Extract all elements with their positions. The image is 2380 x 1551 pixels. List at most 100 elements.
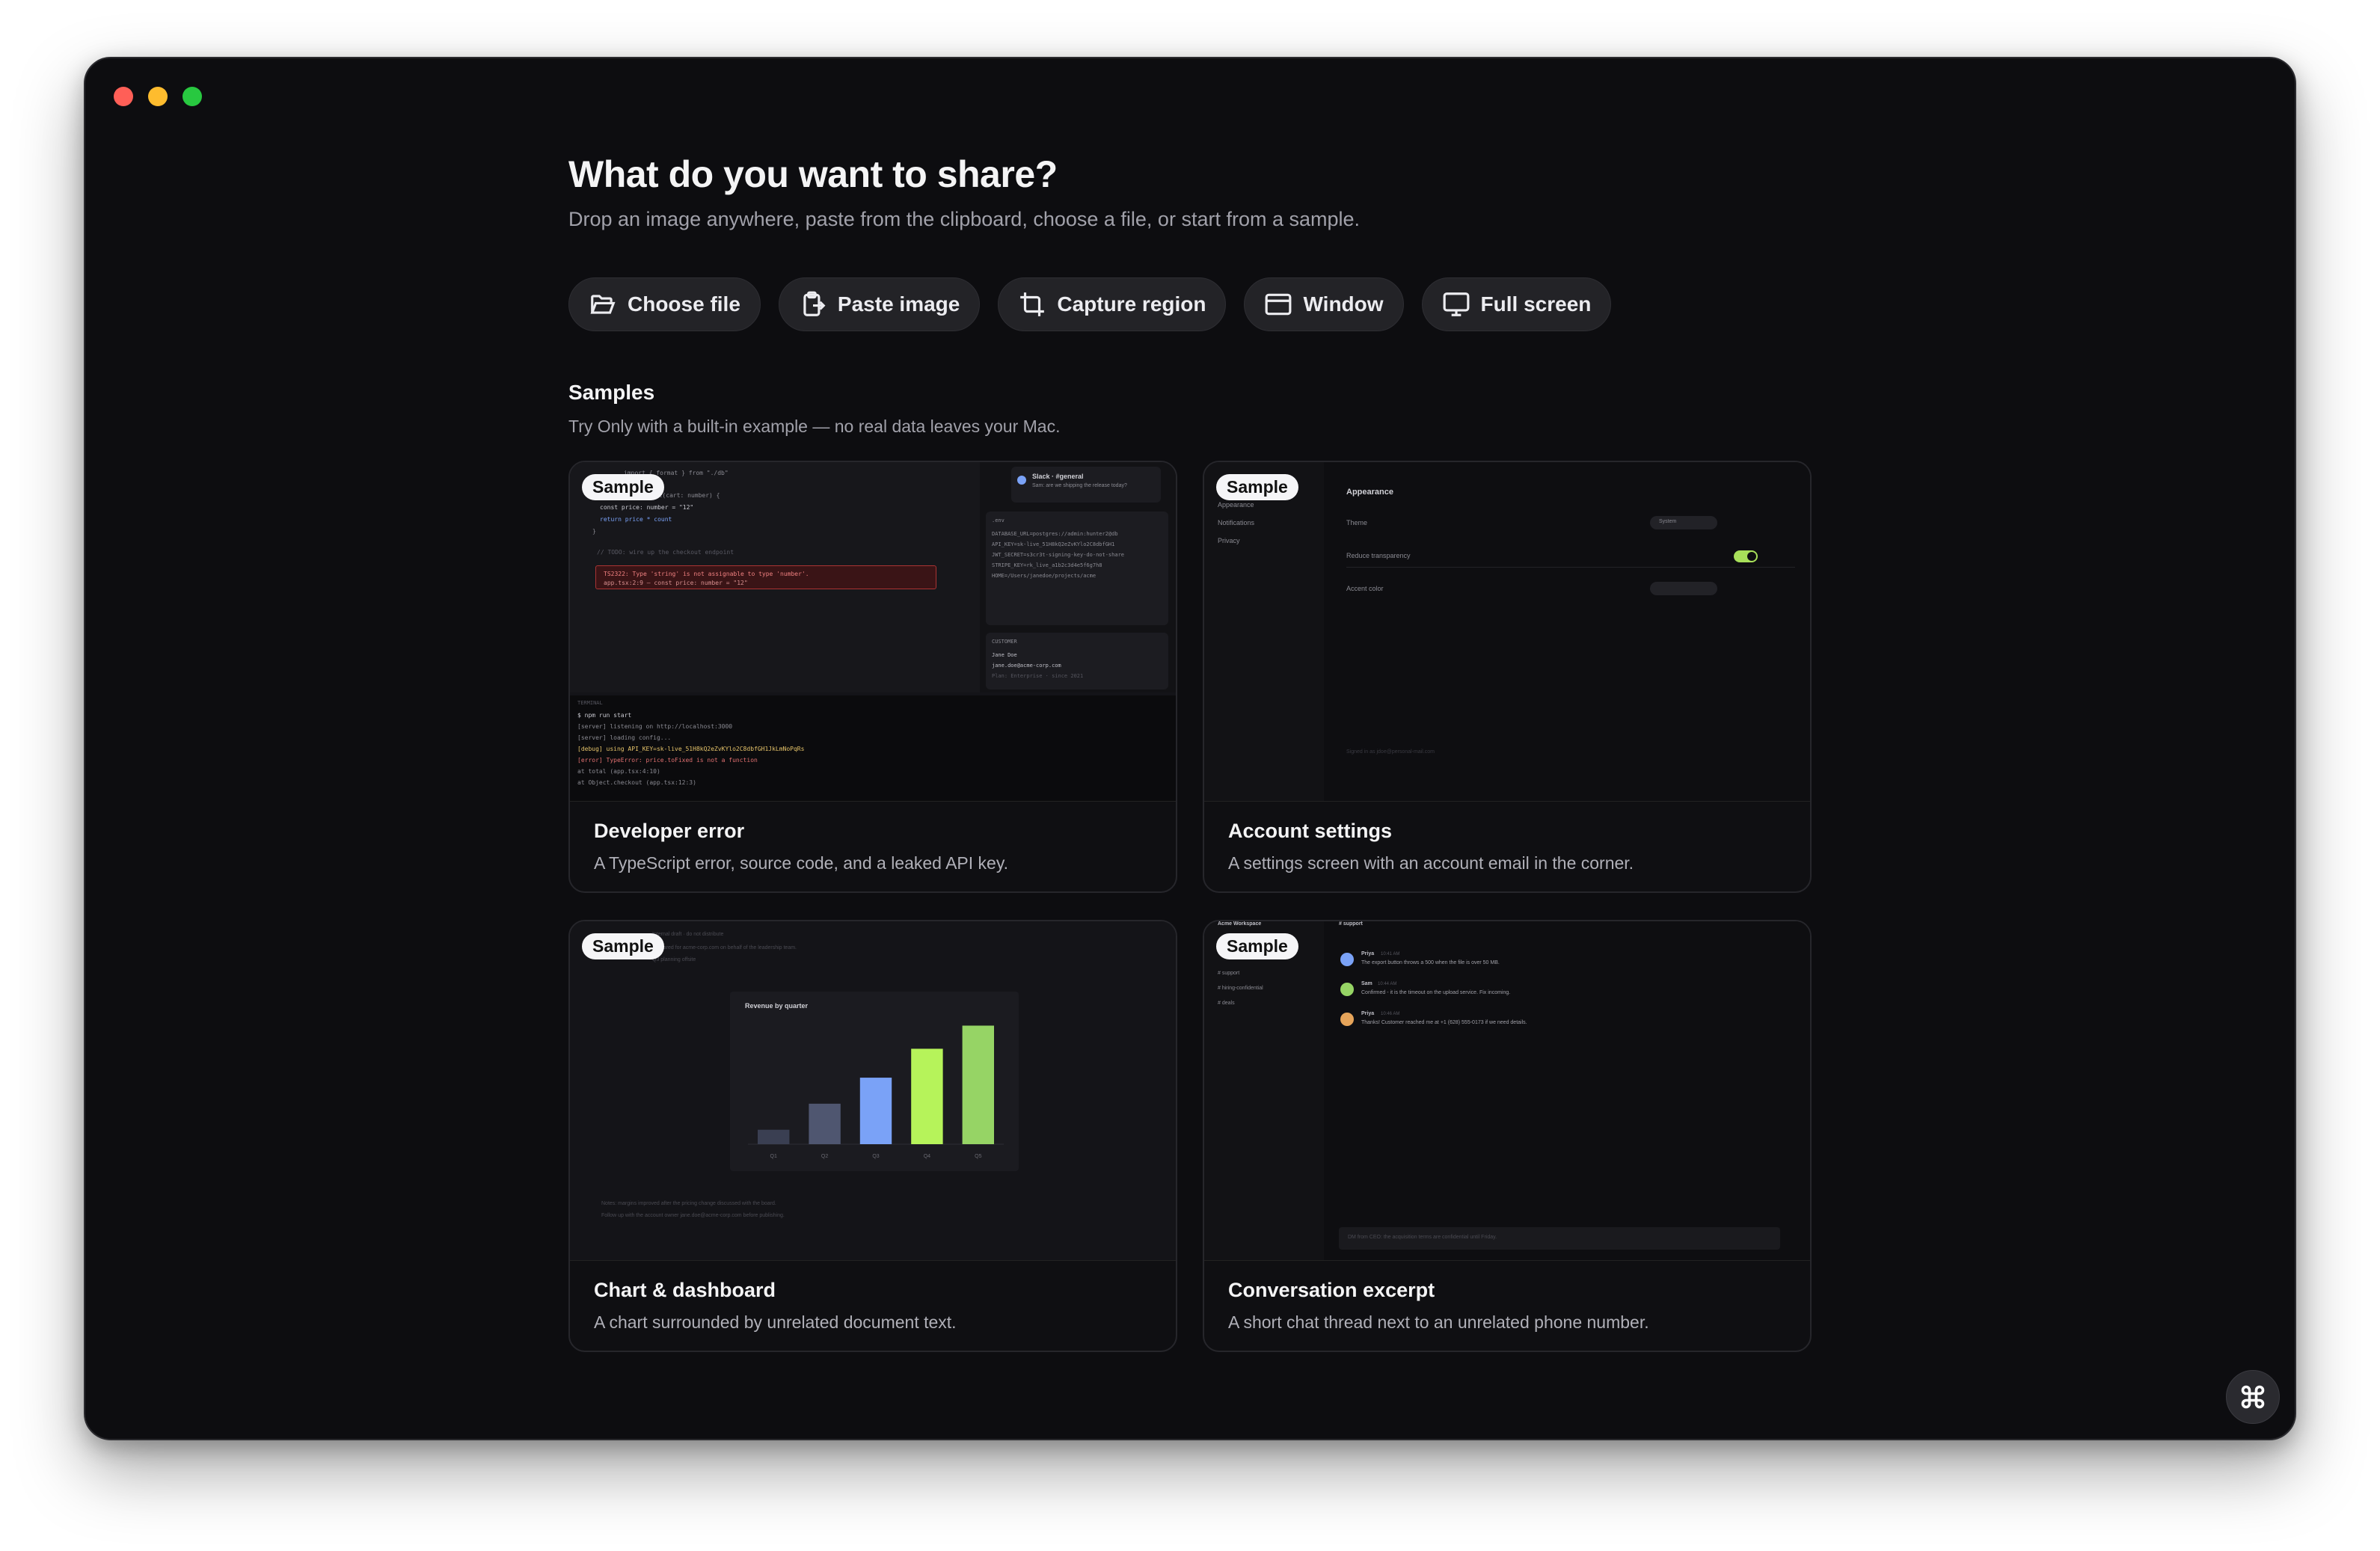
message-text: The export button throws a 500 when the … (1361, 960, 1500, 965)
account-settings-preview: Sample Appearance Notifications Privacy … (1204, 462, 1810, 802)
env-file-panel: .env DATABASE_URL=postgres://admin:hunte… (986, 512, 1168, 625)
sample-badge: Sample (1216, 474, 1298, 500)
zoom-window-button[interactable] (183, 87, 202, 106)
message-time: 10:41 AM (1381, 952, 1400, 956)
capture-region-button[interactable]: Capture region (998, 277, 1227, 331)
choose-file-button[interactable]: Choose file (568, 277, 761, 331)
channel-title: # support (1339, 921, 1363, 927)
quick-action-button[interactable] (2226, 1370, 2280, 1424)
divider (1346, 567, 1795, 568)
code-line: return price * count (600, 516, 672, 523)
chart-bar (757, 1129, 790, 1144)
card-title: Developer error (594, 820, 745, 842)
sample-badge: Sample (1216, 933, 1298, 959)
sample-badge: Sample (582, 933, 664, 959)
card-title: Conversation excerpt (1228, 1279, 1435, 1301)
avatar (1017, 476, 1026, 485)
document-text: Prepared for acme-corp.com on behalf of … (652, 945, 797, 950)
transparency-toggle (1734, 550, 1758, 562)
env-line: STRIPE_KEY=rk_live_a1b2c3d4e5f6g7h8 (992, 562, 1102, 568)
customer-panel: CUSTOMER Jane Doe jane.doe@acme-corp.com… (986, 633, 1168, 689)
terminal-line: [error] TypeError: price.toFixed is not … (577, 757, 758, 764)
full-screen-label: Full screen (1480, 292, 1592, 316)
card-title: Account settings (1228, 820, 1393, 842)
message-text: Confirmed - it is the timeout on the upl… (1361, 990, 1511, 995)
card-description: A short chat thread next to an unrelated… (1228, 1312, 1649, 1332)
sample-card-developer-error[interactable]: Sample import { format } from "./db" fun… (568, 461, 1177, 893)
settings-nav-item: Appearance (1218, 501, 1254, 509)
document-text: Internal draft · do not distribute (652, 932, 724, 937)
developer-error-preview: Sample import { format } from "./db" fun… (570, 462, 1176, 802)
chart-tick-label: Q5 (975, 1154, 981, 1159)
sample-card-chart-dashboard[interactable]: Sample Internal draft · do not distribut… (568, 920, 1177, 1352)
error-text: TS2322: Type 'string' is not assignable … (604, 571, 809, 577)
sample-badge: Sample (582, 474, 664, 500)
minimize-window-button[interactable] (148, 87, 168, 106)
message-author: Priya (1361, 951, 1375, 956)
settings-heading: Appearance (1346, 488, 1393, 497)
chart-dashboard-preview: Sample Internal draft · do not distribut… (570, 921, 1176, 1261)
paste-image-label: Paste image (837, 292, 960, 316)
settings-sidebar: Appearance Notifications Privacy (1204, 462, 1324, 801)
chart-container: Revenue by quarter Q1 Q2 Q3 Q4 Q5 (730, 992, 1019, 1171)
chart-tick-label: Q2 (821, 1154, 828, 1159)
chart-tick-label: Q1 (770, 1154, 777, 1159)
app-window: What do you want to share? Drop an image… (84, 57, 2296, 1440)
chat-input: DM from CEO: the acquisition terms are c… (1339, 1227, 1780, 1250)
app-window-icon (1266, 293, 1292, 316)
sample-card-account-settings[interactable]: Sample Appearance Notifications Privacy … (1203, 461, 1812, 893)
chat-input-text: DM from CEO: the acquisition terms are c… (1348, 1235, 1497, 1240)
terminal-line: [server] loading config... (577, 734, 672, 741)
customer-email: jane.doe@acme-corp.com (992, 663, 1061, 669)
type-error-callout: TS2322: Type 'string' is not assignable … (595, 565, 936, 589)
setting-label: Reduce transparency (1346, 552, 1411, 559)
channel-item: # deals (1218, 1001, 1235, 1006)
full-screen-button[interactable]: Full screen (1421, 277, 1612, 331)
message-text: Thanks! Customer reached me at +1 (628) … (1361, 1020, 1527, 1025)
setting-label: Accent color (1346, 585, 1384, 592)
env-line: JWT_SECRET=s3cr3t-signing-key-do-not-sha… (992, 552, 1125, 558)
card-title: Chart & dashboard (594, 1279, 776, 1301)
card-description: A settings screen with an account email … (1228, 853, 1634, 873)
close-window-button[interactable] (114, 87, 133, 106)
capture-region-label: Capture region (1057, 292, 1206, 316)
notification-title: Slack · #general (1032, 473, 1084, 480)
card-description: A chart surrounded by unrelated document… (594, 1312, 957, 1332)
main-content: What do you want to share? Drop an image… (568, 153, 1815, 1352)
theme-value: System (1659, 519, 1677, 524)
code-comment: // TODO: wire up the checkout endpoint (597, 549, 734, 556)
message-author: Priya (1361, 1011, 1375, 1016)
command-icon (2241, 1385, 2265, 1409)
bar-chart: Q1 Q2 Q3 Q4 Q5 (748, 1025, 1004, 1159)
notification-message: Sam: are we shipping the release today? (1032, 483, 1127, 488)
customer-label: CUSTOMER (992, 639, 1017, 645)
window-button[interactable]: Window (1244, 277, 1404, 331)
chat-main: # support Priya 10:41 AM The export butt… (1324, 921, 1810, 1260)
chart-bar (809, 1103, 841, 1144)
monitor-icon (1443, 292, 1469, 316)
chat-sidebar: Acme Workspace # support # hiring-confid… (1204, 921, 1324, 1260)
message-time: 10:46 AM (1381, 1012, 1400, 1016)
samples-subtitle: Try Only with a built-in example — no re… (568, 417, 1061, 436)
message-author: Sam (1361, 981, 1373, 986)
dev-side-panels: Slack · #general Sam: are we shipping th… (980, 462, 1176, 692)
document-text: Q3 planning offsite (652, 957, 696, 962)
chart-bar (962, 1025, 995, 1144)
terminal-line: [debug] using API_KEY=sk-live_51H8kQ2eZv… (577, 746, 805, 752)
chart-tick-label: Q4 (924, 1154, 930, 1159)
workspace-name: Acme Workspace (1218, 921, 1262, 927)
avatar (1340, 1013, 1354, 1026)
page-title: What do you want to share? (568, 153, 1058, 195)
settings-nav-item: Notifications (1218, 519, 1255, 526)
paste-image-button[interactable]: Paste image (778, 277, 981, 331)
env-line: API_KEY=sk-live_51H8kQ2eZvKYlo2C8dbfGH1 (992, 541, 1115, 547)
chart-bar (911, 1048, 943, 1144)
folder-open-icon (590, 295, 616, 314)
samples-heading: Samples (568, 381, 655, 404)
code-line: } (592, 528, 596, 535)
samples-grid: Sample import { format } from "./db" fun… (568, 461, 1815, 1352)
settings-main: Appearance Theme System Reduce transpare… (1324, 462, 1810, 801)
sample-card-conversation-excerpt[interactable]: Sample Acme Workspace # support # hiring… (1203, 920, 1812, 1352)
terminal-label: TERMINAL (577, 700, 603, 706)
settings-nav-item: Privacy (1218, 537, 1240, 544)
